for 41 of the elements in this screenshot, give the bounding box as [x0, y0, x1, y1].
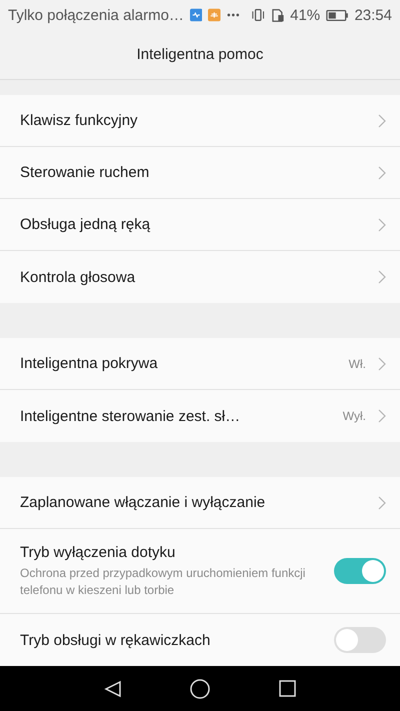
heart-app-icon [190, 8, 202, 22]
settings-row[interactable]: Inteligentna pokrywa Wł. [0, 338, 400, 390]
notification-text: Tylko połączenia alarmo… [8, 6, 184, 24]
home-icon[interactable] [190, 678, 210, 698]
settings-row[interactable]: Inteligentne sterowanie zest. sł… Wył. [0, 390, 400, 442]
chevron-right-icon [378, 270, 386, 284]
row-label: Klawisz funkcyjny [20, 112, 139, 129]
app-icon [208, 8, 221, 22]
recents-icon[interactable] [278, 680, 296, 697]
sim-icon [272, 8, 284, 22]
chevron-right-icon [378, 356, 386, 370]
row-label: Tryb obsługi w rękawiczkach [20, 632, 212, 648]
battery-percent: 41% [290, 6, 320, 24]
chevron-right-icon [378, 114, 386, 128]
chevron-right-icon [378, 166, 386, 180]
row-label: Zaplanowane włączanie i wyłączanie [20, 494, 266, 511]
clock-time: 23:54 [354, 6, 392, 24]
chevron-right-icon [378, 218, 386, 232]
toggle-switch[interactable] [334, 627, 386, 653]
row-description: Ochrona przed przypadkowym uruchomieniem funkcji telefonu w kieszeni lub torbie [20, 564, 306, 598]
settings-row[interactable]: Sterowanie ruchem [0, 147, 400, 199]
vibrate-icon [251, 8, 266, 22]
row-label: Kontrola głosowa [20, 268, 136, 286]
more-icon [226, 13, 240, 17]
screen-title: Inteligentna pomoc [136, 46, 264, 63]
chevron-right-icon [378, 496, 386, 510]
toggle-switch[interactable] [334, 558, 386, 584]
chevron-right-icon [378, 409, 386, 423]
row-label: Obsługa jedną ręką [20, 216, 152, 233]
row-label: Sterowanie ruchem [20, 164, 150, 181]
battery-icon [326, 8, 348, 22]
row-label: Inteligentna pokrywa [20, 355, 159, 372]
settings-row[interactable]: Klawisz funkcyjny [0, 95, 400, 147]
row-label: Tryb wyłączenia dotyku [20, 544, 176, 560]
settings-row[interactable]: Kontrola głosowa [0, 251, 400, 303]
back-icon[interactable] [104, 680, 122, 698]
row-value: Wył. [342, 409, 366, 423]
settings-row[interactable]: Obsługa jedną ręką [0, 199, 400, 251]
row-value: Wł. [348, 356, 366, 370]
settings-row[interactable]: Zaplanowane włączanie i wyłączanie [0, 477, 400, 529]
row-label: Inteligentne sterowanie zest. sł… [20, 408, 242, 424]
